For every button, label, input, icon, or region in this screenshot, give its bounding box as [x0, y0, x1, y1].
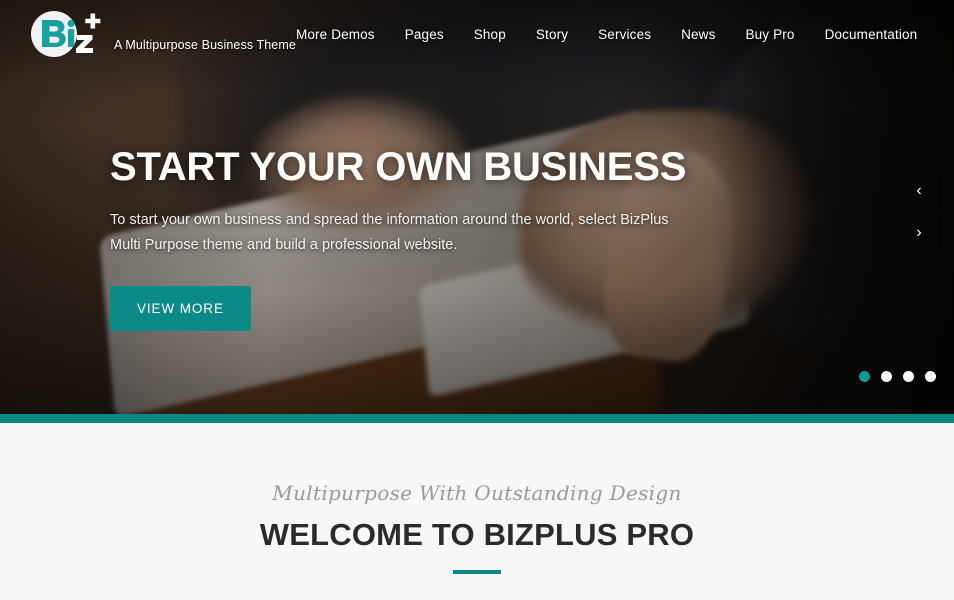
slider-dot-3[interactable] — [903, 371, 914, 382]
nav-item-services[interactable]: Services — [598, 27, 651, 42]
site-header: A Multipurpose Business Theme More Demos… — [0, 0, 954, 68]
hero-slider: A Multipurpose Business Theme More Demos… — [0, 0, 954, 414]
nav-item-more-demos[interactable]: More Demos — [296, 27, 375, 42]
welcome-underline — [453, 570, 501, 574]
view-more-button[interactable]: VIEW MORE — [110, 286, 251, 332]
hero-description: To start your own business and spread th… — [110, 212, 669, 254]
hero-content: START YOUR OWN BUSINESS To start your ow… — [110, 145, 690, 332]
slider-dot-2[interactable] — [881, 371, 892, 382]
nav-item-buy-pro[interactable]: Buy Pro — [745, 27, 794, 42]
slider-dot-1[interactable] — [859, 371, 870, 382]
slider-dot-4[interactable] — [925, 371, 936, 382]
brand[interactable]: A Multipurpose Business Theme — [30, 9, 296, 59]
teal-divider — [0, 414, 954, 423]
nav-item-documentation[interactable]: Documentation — [825, 27, 918, 42]
page-root: A Multipurpose Business Theme More Demos… — [0, 0, 954, 600]
welcome-section: Multipurpose With Outstanding Design WEL… — [0, 423, 954, 600]
slider-pagination — [859, 371, 936, 382]
slider-prev-button[interactable]: ‹ — [900, 172, 938, 210]
slider-arrows: ‹ › — [900, 172, 938, 252]
nav-item-story[interactable]: Story — [536, 27, 568, 42]
main-navigation: More Demos Pages Shop Story Services New… — [296, 23, 954, 45]
nav-item-news[interactable]: News — [681, 27, 715, 42]
welcome-subtitle: Multipurpose With Outstanding Design — [272, 481, 682, 505]
welcome-title: WELCOME TO BIZPLUS PRO — [259, 517, 695, 552]
nav-item-pages[interactable]: Pages — [405, 27, 444, 42]
hero-title: START YOUR OWN BUSINESS — [110, 145, 687, 189]
nav-item-shop[interactable]: Shop — [474, 27, 506, 42]
slider-next-button[interactable]: › — [900, 214, 938, 252]
logo-icon[interactable] — [30, 9, 104, 59]
brand-tagline: A Multipurpose Business Theme — [114, 38, 296, 52]
